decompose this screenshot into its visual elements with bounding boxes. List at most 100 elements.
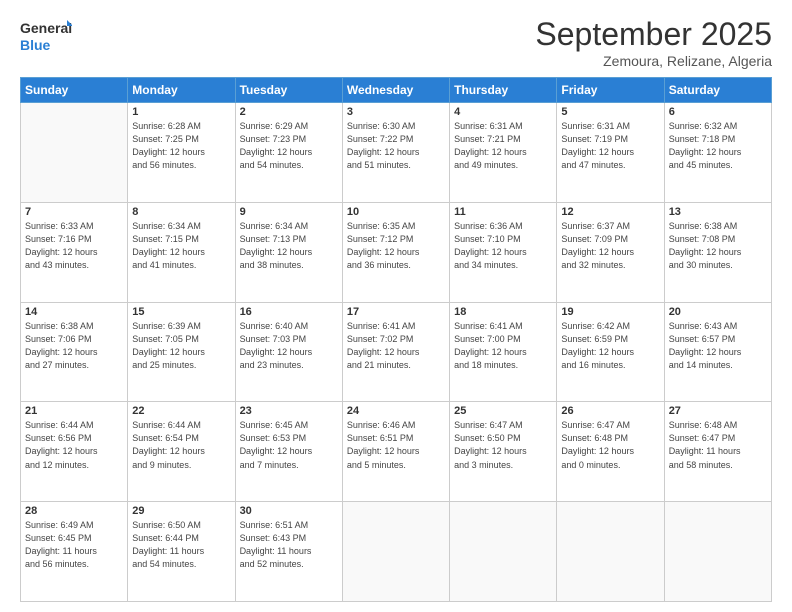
day-info: Sunrise: 6:39 AMSunset: 7:05 PMDaylight:… bbox=[132, 320, 230, 372]
table-row bbox=[557, 502, 664, 602]
day-number: 1 bbox=[132, 106, 230, 118]
day-info: Sunrise: 6:33 AMSunset: 7:16 PMDaylight:… bbox=[25, 220, 123, 272]
day-number: 15 bbox=[132, 306, 230, 318]
day-number: 26 bbox=[561, 405, 659, 417]
table-row bbox=[342, 502, 449, 602]
day-info: Sunrise: 6:42 AMSunset: 6:59 PMDaylight:… bbox=[561, 320, 659, 372]
day-info: Sunrise: 6:31 AMSunset: 7:19 PMDaylight:… bbox=[561, 120, 659, 172]
day-number: 21 bbox=[25, 405, 123, 417]
table-row: 24 Sunrise: 6:46 AMSunset: 6:51 PMDayligh… bbox=[342, 402, 449, 502]
day-info: Sunrise: 6:43 AMSunset: 6:57 PMDaylight:… bbox=[669, 320, 767, 372]
day-info: Sunrise: 6:44 AMSunset: 6:56 PMDaylight:… bbox=[25, 419, 123, 471]
day-info: Sunrise: 6:49 AMSunset: 6:45 PMDaylight:… bbox=[25, 519, 123, 571]
day-info: Sunrise: 6:41 AMSunset: 7:00 PMDaylight:… bbox=[454, 320, 552, 372]
day-number: 27 bbox=[669, 405, 767, 417]
day-number: 25 bbox=[454, 405, 552, 417]
svg-text:Blue: Blue bbox=[20, 37, 51, 53]
table-row: 18 Sunrise: 6:41 AMSunset: 7:00 PMDayligh… bbox=[450, 302, 557, 402]
day-number: 8 bbox=[132, 206, 230, 218]
table-row: 25 Sunrise: 6:47 AMSunset: 6:50 PMDayligh… bbox=[450, 402, 557, 502]
table-row: 29 Sunrise: 6:50 AMSunset: 6:44 PMDayligh… bbox=[128, 502, 235, 602]
header-monday: Monday bbox=[128, 78, 235, 103]
page: General Blue September 2025 Zemoura, Rel… bbox=[0, 0, 792, 612]
table-row: 30 Sunrise: 6:51 AMSunset: 6:43 PMDayligh… bbox=[235, 502, 342, 602]
day-number: 6 bbox=[669, 106, 767, 118]
table-row: 16Sunrise: 6:40 AMSunset: 7:03 PMDayligh… bbox=[235, 302, 342, 402]
day-number: 7 bbox=[25, 206, 123, 218]
day-number: 4 bbox=[454, 106, 552, 118]
table-row: 27 Sunrise: 6:48 AMSunset: 6:47 PMDayligh… bbox=[664, 402, 771, 502]
day-info: Sunrise: 6:44 AMSunset: 6:54 PMDaylight:… bbox=[132, 419, 230, 471]
table-row bbox=[21, 103, 128, 203]
day-info: Sunrise: 6:36 AMSunset: 7:10 PMDaylight:… bbox=[454, 220, 552, 272]
day-info: Sunrise: 6:47 AMSunset: 6:48 PMDaylight:… bbox=[561, 419, 659, 471]
day-info: Sunrise: 6:48 AMSunset: 6:47 PMDaylight:… bbox=[669, 419, 767, 471]
day-number: 5 bbox=[561, 106, 659, 118]
header-tuesday: Tuesday bbox=[235, 78, 342, 103]
table-row: 11 Sunrise: 6:36 AMSunset: 7:10 PMDayligh… bbox=[450, 202, 557, 302]
table-row: 3 Sunrise: 6:30 AMSunset: 7:22 PMDaylight… bbox=[342, 103, 449, 203]
day-number: 28 bbox=[25, 505, 123, 517]
month-title: September 2025 bbox=[535, 16, 772, 53]
table-row: 19 Sunrise: 6:42 AMSunset: 6:59 PMDayligh… bbox=[557, 302, 664, 402]
header-thursday: Thursday bbox=[450, 78, 557, 103]
day-number: 29 bbox=[132, 505, 230, 517]
day-number: 9 bbox=[240, 206, 338, 218]
day-number: 18 bbox=[454, 306, 552, 318]
table-row: 15 Sunrise: 6:39 AMSunset: 7:05 PMDayligh… bbox=[128, 302, 235, 402]
table-row: 22 Sunrise: 6:44 AMSunset: 6:54 PMDayligh… bbox=[128, 402, 235, 502]
day-info: Sunrise: 6:30 AMSunset: 7:22 PMDaylight:… bbox=[347, 120, 445, 172]
table-row: 6Sunrise: 6:32 AMSunset: 7:18 PMDaylight… bbox=[664, 103, 771, 203]
table-row: 14 Sunrise: 6:38 AMSunset: 7:06 PMDayligh… bbox=[21, 302, 128, 402]
subtitle: Zemoura, Relizane, Algeria bbox=[535, 53, 772, 69]
day-number: 19 bbox=[561, 306, 659, 318]
table-row: 21 Sunrise: 6:44 AMSunset: 6:56 PMDayligh… bbox=[21, 402, 128, 502]
table-row: 7 Sunrise: 6:33 AMSunset: 7:16 PMDaylight… bbox=[21, 202, 128, 302]
table-row: 13Sunrise: 6:38 AMSunset: 7:08 PMDayligh… bbox=[664, 202, 771, 302]
day-number: 11 bbox=[454, 206, 552, 218]
header-saturday: Saturday bbox=[664, 78, 771, 103]
day-info: Sunrise: 6:37 AMSunset: 7:09 PMDaylight:… bbox=[561, 220, 659, 272]
day-number: 23 bbox=[240, 405, 338, 417]
day-info: Sunrise: 6:47 AMSunset: 6:50 PMDaylight:… bbox=[454, 419, 552, 471]
day-number: 30 bbox=[240, 505, 338, 517]
header-sunday: Sunday bbox=[21, 78, 128, 103]
day-info: Sunrise: 6:45 AMSunset: 6:53 PMDaylight:… bbox=[240, 419, 338, 471]
day-info: Sunrise: 6:34 AMSunset: 7:13 PMDaylight:… bbox=[240, 220, 338, 272]
table-row: 1 Sunrise: 6:28 AMSunset: 7:25 PMDaylight… bbox=[128, 103, 235, 203]
day-info: Sunrise: 6:50 AMSunset: 6:44 PMDaylight:… bbox=[132, 519, 230, 571]
table-row: 20Sunrise: 6:43 AMSunset: 6:57 PMDayligh… bbox=[664, 302, 771, 402]
day-number: 13 bbox=[669, 206, 767, 218]
day-info: Sunrise: 6:46 AMSunset: 6:51 PMDaylight:… bbox=[347, 419, 445, 471]
table-row: 12Sunrise: 6:37 AMSunset: 7:09 PMDayligh… bbox=[557, 202, 664, 302]
logo-svg: General Blue bbox=[20, 16, 72, 54]
title-block: September 2025 Zemoura, Relizane, Algeri… bbox=[535, 16, 772, 69]
table-row: 26 Sunrise: 6:47 AMSunset: 6:48 PMDayligh… bbox=[557, 402, 664, 502]
day-number: 3 bbox=[347, 106, 445, 118]
calendar-table: Sunday Monday Tuesday Wednesday Thursday… bbox=[20, 77, 772, 602]
table-row: 5 Sunrise: 6:31 AMSunset: 7:19 PMDaylight… bbox=[557, 103, 664, 203]
day-info: Sunrise: 6:31 AMSunset: 7:21 PMDaylight:… bbox=[454, 120, 552, 172]
day-number: 10 bbox=[347, 206, 445, 218]
table-row: 23 Sunrise: 6:45 AMSunset: 6:53 PMDayligh… bbox=[235, 402, 342, 502]
day-number: 22 bbox=[132, 405, 230, 417]
table-row: 4 Sunrise: 6:31 AMSunset: 7:21 PMDaylight… bbox=[450, 103, 557, 203]
day-info: Sunrise: 6:29 AMSunset: 7:23 PMDaylight:… bbox=[240, 120, 338, 172]
table-row: 17Sunrise: 6:41 AMSunset: 7:02 PMDayligh… bbox=[342, 302, 449, 402]
table-row: 28 Sunrise: 6:49 AMSunset: 6:45 PMDayligh… bbox=[21, 502, 128, 602]
table-row: 10 Sunrise: 6:35 AMSunset: 7:12 PMDayligh… bbox=[342, 202, 449, 302]
table-row: 2 Sunrise: 6:29 AMSunset: 7:23 PMDaylight… bbox=[235, 103, 342, 203]
day-info: Sunrise: 6:51 AMSunset: 6:43 PMDaylight:… bbox=[240, 519, 338, 571]
day-number: 2 bbox=[240, 106, 338, 118]
day-info: Sunrise: 6:38 AMSunset: 7:06 PMDaylight:… bbox=[25, 320, 123, 372]
day-number: 16 bbox=[240, 306, 338, 318]
header-friday: Friday bbox=[557, 78, 664, 103]
table-row bbox=[450, 502, 557, 602]
day-info: Sunrise: 6:28 AMSunset: 7:25 PMDaylight:… bbox=[132, 120, 230, 172]
logo: General Blue bbox=[20, 16, 72, 54]
day-number: 24 bbox=[347, 405, 445, 417]
day-info: Sunrise: 6:34 AMSunset: 7:15 PMDaylight:… bbox=[132, 220, 230, 272]
day-info: Sunrise: 6:35 AMSunset: 7:12 PMDaylight:… bbox=[347, 220, 445, 272]
table-row bbox=[664, 502, 771, 602]
day-number: 14 bbox=[25, 306, 123, 318]
